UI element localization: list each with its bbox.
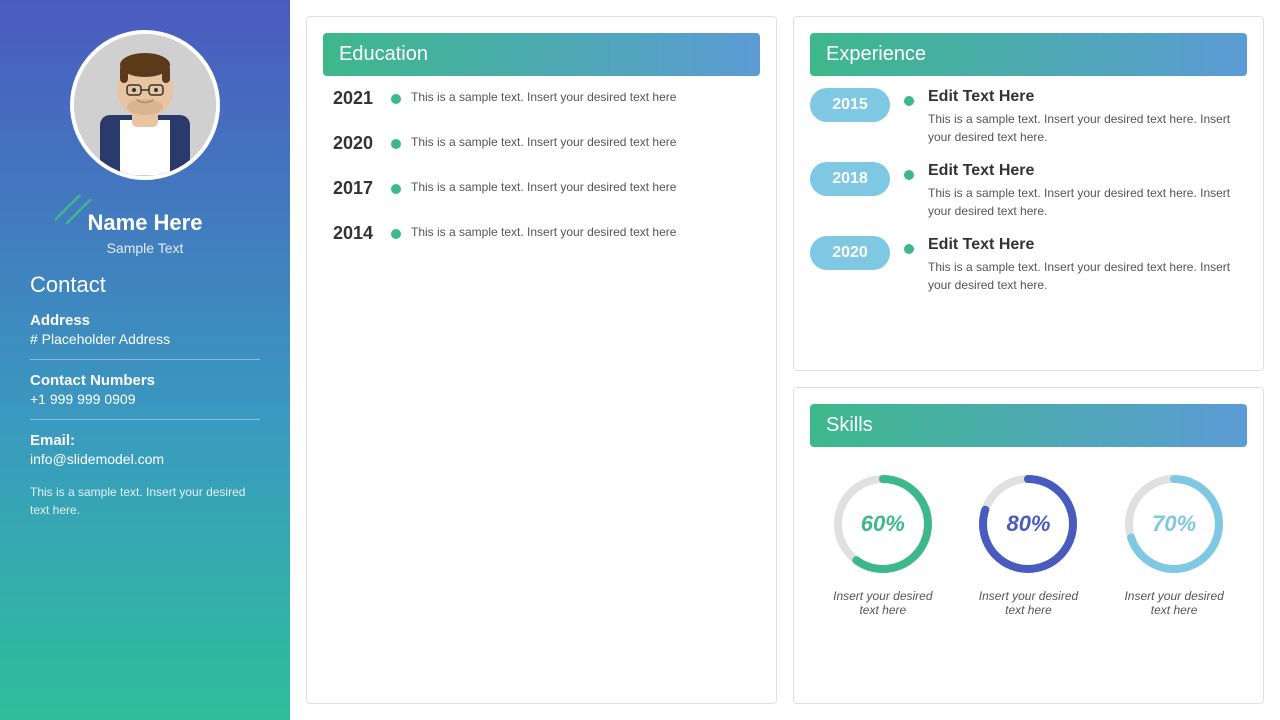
- skills-panel: Skills 60% Insert your desiredtext here …: [793, 387, 1264, 704]
- main-content: Education 2021 This is a sample text. In…: [290, 0, 1280, 720]
- skill-label: Insert your desiredtext here: [979, 589, 1078, 617]
- exp-dot: [904, 170, 914, 180]
- subtitle-display: Sample Text: [88, 240, 203, 256]
- exp-year-badge: 2015: [810, 88, 890, 122]
- exp-dot: [904, 96, 914, 106]
- timeline-year: 2017: [333, 178, 381, 199]
- contact-numbers-value: +1 999 999 0909: [30, 391, 260, 407]
- email-value: info@slidemodel.com: [30, 451, 260, 467]
- experience-item: 2015 Edit Text Here This is a sample tex…: [810, 88, 1247, 146]
- skill-item: 80% Insert your desiredtext here: [973, 469, 1083, 617]
- experience-list: 2015 Edit Text Here This is a sample tex…: [810, 88, 1247, 294]
- timeline-text: This is a sample text. Insert your desir…: [411, 178, 676, 196]
- exp-content: Edit Text Here This is a sample text. In…: [928, 162, 1247, 220]
- skill-circle: 60%: [828, 469, 938, 579]
- timeline-text: This is a sample text. Insert your desir…: [411, 133, 676, 151]
- skill-item: 70% Insert your desiredtext here: [1119, 469, 1229, 617]
- timeline-item: 2017 This is a sample text. Insert your …: [333, 178, 760, 199]
- address-value: # Placeholder Address: [30, 331, 260, 347]
- skill-percentage: 80%: [1006, 511, 1050, 537]
- timeline-item: 2014 This is a sample text. Insert your …: [333, 223, 760, 244]
- experience-item: 2020 Edit Text Here This is a sample tex…: [810, 236, 1247, 294]
- skills-header: Skills: [810, 404, 1247, 447]
- contact-section: Contact Address # Placeholder Address Co…: [20, 272, 270, 519]
- skill-label: Insert your desiredtext here: [833, 589, 932, 617]
- email-label: Email:: [30, 432, 260, 449]
- exp-description: This is a sample text. Insert your desir…: [928, 110, 1247, 146]
- skill-circle: 80%: [973, 469, 1083, 579]
- timeline-year: 2014: [333, 223, 381, 244]
- timeline-dot: [391, 229, 401, 239]
- address-label: Address: [30, 312, 260, 329]
- timeline-text: This is a sample text. Insert your desir…: [411, 88, 676, 106]
- skill-item: 60% Insert your desiredtext here: [828, 469, 938, 617]
- exp-content: Edit Text Here This is a sample text. In…: [928, 236, 1247, 294]
- skill-label: Insert your desiredtext here: [1124, 589, 1223, 617]
- timeline-dot: [391, 184, 401, 194]
- skill-percentage: 70%: [1152, 511, 1196, 537]
- exp-description: This is a sample text. Insert your desir…: [928, 184, 1247, 220]
- timeline-year: 2020: [333, 133, 381, 154]
- divider-1: [30, 359, 260, 360]
- education-header: Education: [323, 33, 760, 76]
- timeline-text: This is a sample text. Insert your desir…: [411, 223, 676, 241]
- timeline-dot: [391, 94, 401, 104]
- footer-text: This is a sample text. Insert your desir…: [30, 483, 260, 519]
- timeline-dot: [391, 139, 401, 149]
- education-timeline: 2021 This is a sample text. Insert your …: [323, 88, 760, 244]
- exp-description: This is a sample text. Insert your desir…: [928, 258, 1247, 294]
- skill-circle: 70%: [1119, 469, 1229, 579]
- exp-dot: [904, 244, 914, 254]
- education-panel: Education 2021 This is a sample text. In…: [306, 16, 777, 704]
- skills-container: 60% Insert your desiredtext here 80% Ins…: [810, 459, 1247, 627]
- exp-title: Edit Text Here: [928, 236, 1247, 254]
- experience-panel: Experience 2015 Edit Text Here This is a…: [793, 16, 1264, 371]
- experience-item: 2018 Edit Text Here This is a sample tex…: [810, 162, 1247, 220]
- timeline-year: 2021: [333, 88, 381, 109]
- decorative-lines: [55, 195, 105, 225]
- experience-header: Experience: [810, 33, 1247, 76]
- timeline-item: 2021 This is a sample text. Insert your …: [333, 88, 760, 109]
- exp-year-badge: 2018: [810, 162, 890, 196]
- avatar: [70, 30, 220, 180]
- sidebar: Name Here Sample Text Contact Address # …: [0, 0, 290, 720]
- skill-percentage: 60%: [861, 511, 905, 537]
- contact-title: Contact: [30, 272, 260, 298]
- exp-title: Edit Text Here: [928, 88, 1247, 106]
- exp-title: Edit Text Here: [928, 162, 1247, 180]
- exp-content: Edit Text Here This is a sample text. In…: [928, 88, 1247, 146]
- divider-2: [30, 419, 260, 420]
- timeline-item: 2020 This is a sample text. Insert your …: [333, 133, 760, 154]
- contact-numbers-label: Contact Numbers: [30, 372, 260, 389]
- exp-year-badge: 2020: [810, 236, 890, 270]
